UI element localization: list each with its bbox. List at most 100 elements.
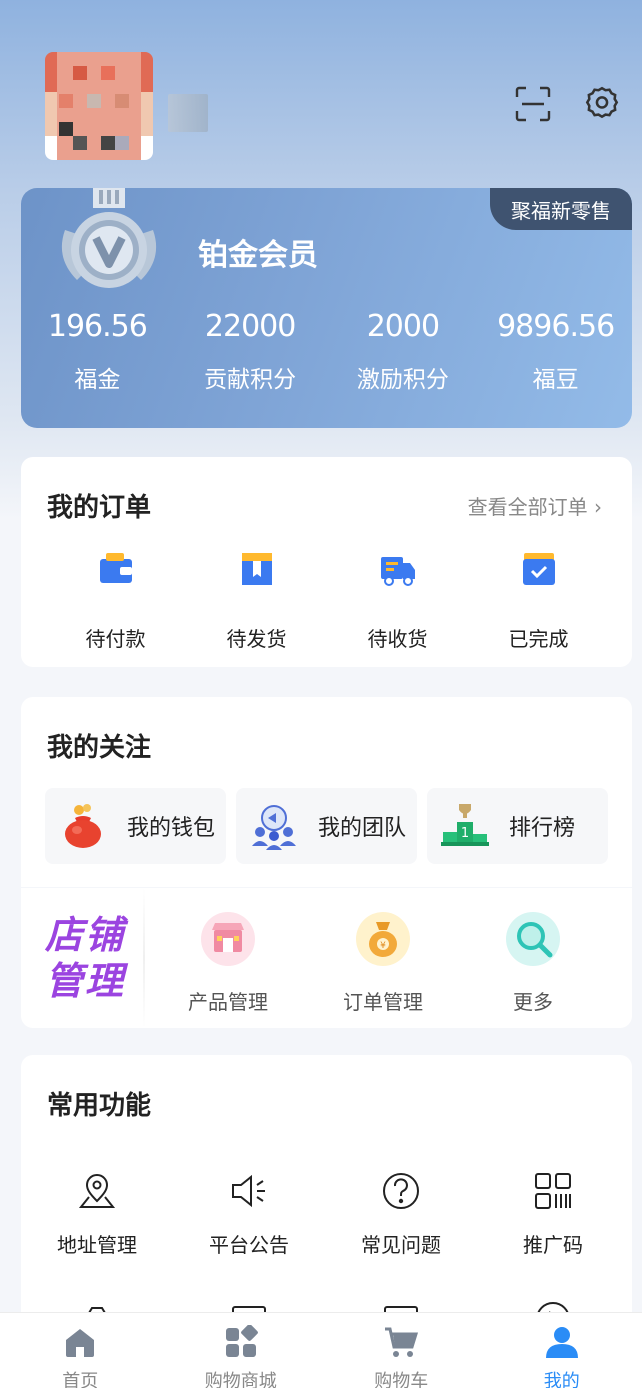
magnifier-icon bbox=[506, 912, 560, 966]
svg-text:1: 1 bbox=[461, 826, 469, 841]
avatar-pixel bbox=[59, 94, 73, 108]
product-management-button[interactable]: 产品管理 bbox=[168, 910, 288, 1015]
home-icon bbox=[66, 1329, 95, 1357]
tab-label: 购物商城 bbox=[204, 1371, 277, 1388]
wallet-icon bbox=[99, 553, 132, 583]
user-icon bbox=[545, 1327, 578, 1358]
shop-item-label: 订单管理 bbox=[343, 990, 423, 1014]
order-status-row: 待付款 待发货 待收货 已完成 bbox=[21, 549, 632, 652]
shop-title-line2: 管理 bbox=[44, 959, 125, 1003]
scan-button[interactable] bbox=[513, 84, 553, 124]
promo-code-button[interactable]: 推广码 bbox=[477, 1171, 629, 1258]
stat-value: 2000 bbox=[366, 309, 440, 344]
my-team-button[interactable]: 我的团队 bbox=[236, 788, 417, 864]
order-status-label: 待付款 bbox=[85, 627, 146, 651]
shop-item-label: 产品管理 bbox=[188, 990, 268, 1014]
order-management-button[interactable]: ¥ 订单管理 bbox=[323, 910, 443, 1015]
follow-row: 我的钱包 我的团队 1 排行榜 bbox=[45, 788, 608, 864]
function-label: 平台公告 bbox=[209, 1233, 289, 1257]
shop-management-card: 店铺 管理 产品管理 ¥ 订单管理 更多 bbox=[21, 888, 632, 1028]
avatar[interactable] bbox=[45, 52, 153, 160]
stat-label: 贡献积分 bbox=[204, 367, 297, 393]
order-status-label: 待发货 bbox=[226, 627, 287, 651]
avatar-pixel bbox=[59, 122, 73, 136]
stat-label: 福金 bbox=[74, 367, 121, 393]
shop-divider bbox=[143, 888, 145, 1028]
avatar-pixel bbox=[87, 94, 101, 108]
leaderboard-button[interactable]: 1 排行榜 bbox=[427, 788, 608, 864]
settings-button[interactable] bbox=[582, 84, 622, 124]
store-tag: 聚福新零售 bbox=[490, 188, 632, 230]
tab-home[interactable]: 首页 bbox=[0, 1313, 161, 1388]
avatar-pixel bbox=[73, 136, 87, 150]
qrcode-icon bbox=[535, 1173, 571, 1209]
order-pending-payment[interactable]: 待付款 bbox=[45, 549, 186, 652]
stat-label: 激励积分 bbox=[356, 367, 449, 393]
follow-label: 我的团队 bbox=[318, 816, 407, 841]
location-icon bbox=[78, 1174, 116, 1208]
cart-icon bbox=[385, 1327, 419, 1357]
avatar-pixel bbox=[73, 66, 87, 80]
order-pending-receipt[interactable]: 待收货 bbox=[327, 549, 468, 652]
faq-button[interactable]: 常见问题 bbox=[325, 1171, 477, 1258]
platform-announcement-button[interactable]: 平台公告 bbox=[173, 1171, 325, 1258]
svg-text:¥: ¥ bbox=[380, 941, 386, 951]
more-button[interactable]: 更多 bbox=[473, 910, 593, 1015]
truck-icon bbox=[380, 557, 415, 586]
tab-label: 我的 bbox=[543, 1371, 580, 1388]
follow-label: 排行榜 bbox=[509, 816, 576, 841]
stat-value: 196.56 bbox=[47, 309, 148, 344]
gear-icon bbox=[585, 86, 619, 119]
order-completed[interactable]: 已完成 bbox=[468, 549, 609, 652]
avatar-pixel bbox=[101, 136, 115, 150]
member-card[interactable]: 聚福新零售 铂金会员 196.56 福金 22000 贡献积分 2000 激励积… bbox=[21, 188, 632, 428]
functions-title: 常用功能 bbox=[47, 1091, 152, 1121]
money-bag-icon bbox=[65, 804, 101, 848]
tab-cart[interactable]: 购物车 bbox=[321, 1313, 482, 1388]
order-pending-shipment[interactable]: 待发货 bbox=[186, 549, 327, 652]
tab-mall[interactable]: 购物商城 bbox=[161, 1313, 322, 1388]
team-icon bbox=[252, 805, 296, 850]
function-label: 推广码 bbox=[523, 1233, 583, 1257]
view-all-orders-link[interactable]: 查看全部订单 › bbox=[468, 491, 602, 520]
stat-fujin[interactable]: 196.56 福金 bbox=[21, 306, 174, 394]
profile-page: 聚福新零售 铂金会员 196.56 福金 22000 贡献积分 2000 激励积… bbox=[0, 0, 642, 1388]
avatar-pixel bbox=[115, 94, 129, 108]
bottom-tabbar: 首页 购物商城 购物车 我的 bbox=[0, 1312, 642, 1388]
completed-box-icon bbox=[522, 553, 555, 585]
follow-label: 我的钱包 bbox=[127, 816, 216, 841]
order-bag-icon: ¥ bbox=[356, 912, 410, 966]
stat-value: 9896.56 bbox=[497, 309, 615, 344]
shop-title-line1: 店铺 bbox=[44, 913, 125, 957]
avatar-pixel bbox=[101, 66, 115, 80]
orders-title: 我的订单 bbox=[47, 493, 152, 523]
apps-icon bbox=[225, 1324, 258, 1357]
stat-contribution-points[interactable]: 22000 贡献积分 bbox=[174, 306, 327, 394]
package-icon bbox=[241, 553, 272, 585]
stat-label: 福豆 bbox=[532, 367, 579, 393]
order-status-label: 已完成 bbox=[508, 627, 569, 651]
order-status-label: 待收货 bbox=[367, 627, 428, 651]
follow-title: 我的关注 bbox=[47, 733, 152, 763]
nickname-blurred bbox=[168, 94, 208, 132]
stat-fudou[interactable]: 9896.56 福豆 bbox=[479, 306, 632, 394]
function-label: 地址管理 bbox=[57, 1233, 137, 1257]
member-level: 铂金会员 bbox=[198, 238, 318, 273]
speaker-icon bbox=[232, 1174, 265, 1208]
shop-management-title: 店铺 管理 bbox=[35, 912, 135, 1004]
medal-icon bbox=[61, 188, 157, 288]
avatar-pixel bbox=[115, 136, 129, 150]
tab-label: 首页 bbox=[62, 1371, 99, 1388]
stat-incentive-points[interactable]: 2000 激励积分 bbox=[327, 306, 480, 394]
member-stats: 196.56 福金 22000 贡献积分 2000 激励积分 9896.56 福… bbox=[21, 306, 632, 394]
store-icon bbox=[201, 912, 255, 966]
functions-card: 常用功能 地址管理 平台公告 常见问题 推广码 bbox=[21, 1055, 632, 1355]
functions-row: 地址管理 平台公告 常见问题 推广码 bbox=[21, 1171, 632, 1258]
tab-mine[interactable]: 我的 bbox=[482, 1313, 642, 1388]
my-wallet-button[interactable]: 我的钱包 bbox=[45, 788, 226, 864]
podium-icon: 1 bbox=[441, 804, 489, 846]
follow-card: 我的关注 我的钱包 我的团队 1 排行榜 bbox=[21, 697, 632, 887]
tab-label: 购物车 bbox=[374, 1371, 429, 1388]
scan-icon bbox=[515, 86, 551, 122]
address-management-button[interactable]: 地址管理 bbox=[21, 1171, 173, 1258]
